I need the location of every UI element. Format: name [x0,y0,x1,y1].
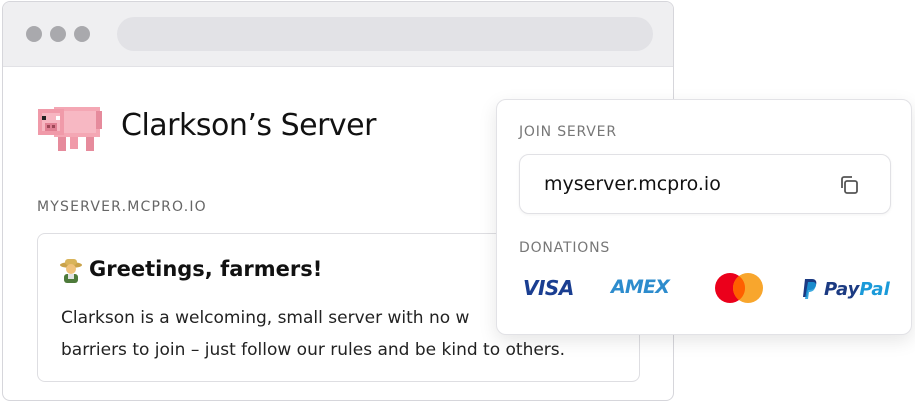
server-title: Clarkson’s Server [121,108,376,143]
message-line: barriers to join – just follow our rules… [61,340,566,360]
server-address-label: MYSERVER.MCPRO.IO [37,199,207,215]
visa-payment-button[interactable]: VISA [523,276,574,300]
paypal-payment-button[interactable]: PayPal [802,276,890,302]
window-minimize-dot[interactable] [50,26,66,42]
paypal-text-pay: Pay [824,278,860,300]
donations-label: DONATIONS [519,240,611,256]
copy-icon[interactable] [838,174,860,196]
address-bar[interactable] [117,17,653,51]
pig-icon [38,107,102,151]
join-server-label: JOIN SERVER [519,124,617,140]
server-address-field[interactable]: myserver.mcpro.io [519,154,891,214]
paypal-logo-icon [803,279,817,299]
browser-toolbar [3,2,673,67]
farmer-emoji-icon [60,259,82,283]
mastercard-logo-icon[interactable] [713,272,765,304]
amex-payment-button[interactable]: AMEX [611,276,670,298]
join-server-panel: JOIN SERVER myserver.mcpro.io DONATIONS … [496,99,912,335]
message-title: Greetings, farmers! [89,257,323,281]
window-close-dot[interactable] [26,26,42,42]
window-maximize-dot[interactable] [74,26,90,42]
paypal-text-pal: Pal [859,278,890,300]
server-address-text: myserver.mcpro.io [544,173,721,195]
